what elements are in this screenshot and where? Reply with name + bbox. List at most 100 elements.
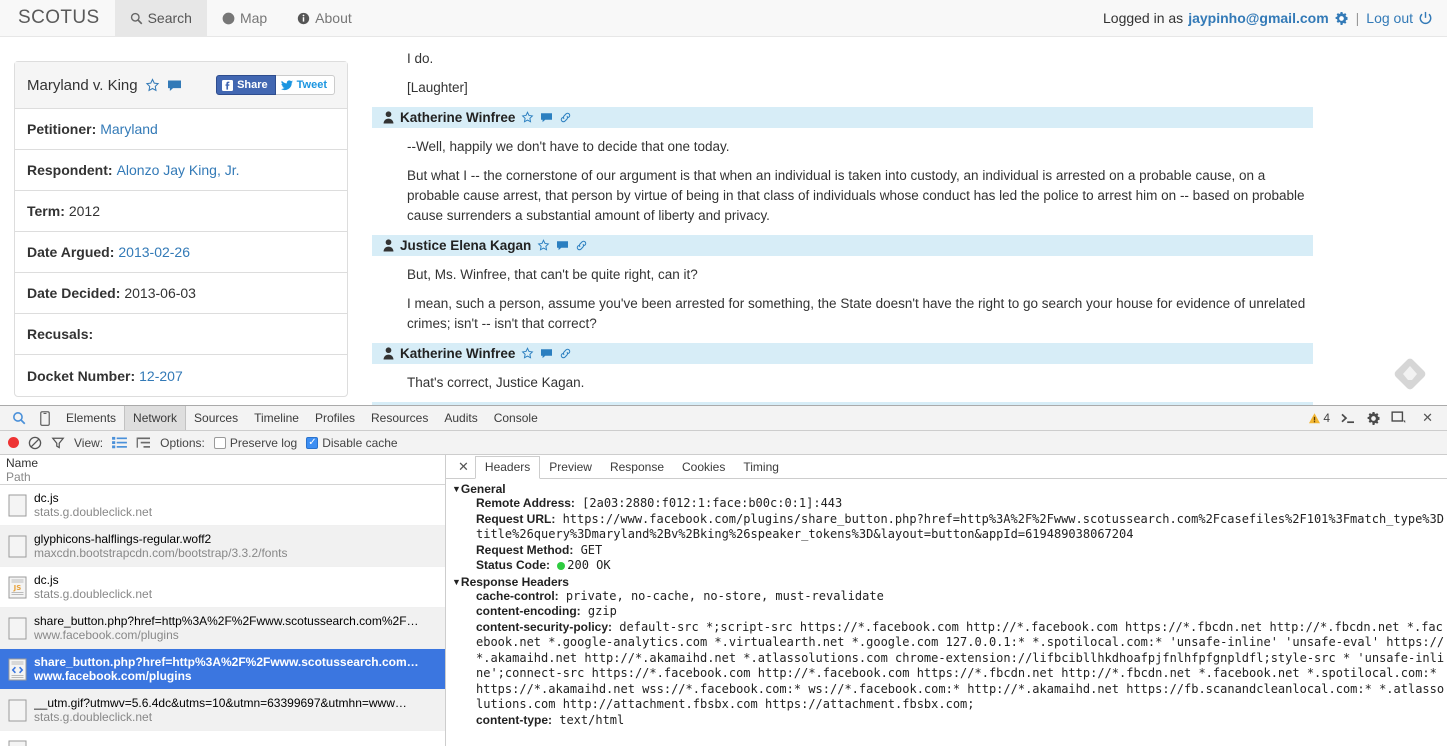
header-value: GET — [581, 543, 603, 557]
case-row-petitioner: Petitioner: Maryland — [15, 109, 347, 150]
close-detail-icon[interactable]: ✕ — [452, 459, 475, 475]
column-header-path[interactable]: Path — [6, 470, 445, 484]
table-row-selected[interactable]: share_button.php?href=http%3A%2F%2Fwww.s… — [0, 649, 445, 690]
table-row[interactable]: dc.js stats.g.doubleclick.net — [0, 485, 445, 526]
case-value-date-argued[interactable]: 2013-02-26 — [118, 244, 190, 260]
favorite-star-icon[interactable] — [521, 111, 534, 124]
detail-tab-cookies[interactable]: Cookies — [673, 455, 734, 478]
request-path: stats.g.doubleclick.net — [34, 505, 152, 519]
comment-icon[interactable] — [540, 348, 553, 359]
logged-in-label: Logged in as — [1103, 10, 1183, 26]
table-row-partial[interactable] — [0, 731, 445, 746]
request-name: glyphicons-halflings-regular.woff2 — [34, 532, 287, 546]
devtools-tab-resources[interactable]: Resources — [363, 406, 436, 430]
disable-cache-checkbox[interactable]: Disable cache — [306, 436, 397, 450]
feedly-badge-icon[interactable] — [1393, 357, 1427, 391]
favorite-star-icon[interactable] — [537, 239, 550, 252]
blank-file-icon — [8, 617, 27, 640]
device-mode-icon[interactable] — [32, 411, 58, 426]
nav-item-about[interactable]: About — [282, 0, 367, 36]
network-split-view: Name Path dc.js stats.g.doubleclick.net … — [0, 455, 1447, 746]
user-email-link[interactable]: jaypinho@gmail.com — [1188, 10, 1328, 26]
request-path: maxcdn.bootstrapcdn.com/bootstrap/3.3.2/… — [34, 546, 287, 560]
close-devtools-icon[interactable]: ✕ — [1416, 410, 1439, 426]
timeline-view-icon[interactable] — [136, 436, 151, 449]
clear-button-icon[interactable] — [28, 436, 42, 450]
devtools-tab-elements[interactable]: Elements — [58, 406, 124, 430]
link-icon[interactable] — [559, 347, 572, 360]
list-view-icon[interactable] — [112, 436, 127, 449]
detail-tab-preview[interactable]: Preview — [540, 455, 601, 478]
header-content-type: content-type: text/html — [452, 713, 1447, 729]
header-key: content-security-policy: — [476, 620, 612, 634]
header-value[interactable]: https://www.facebook.com/plugins/share_b… — [476, 512, 1444, 542]
status-ok-dot-icon — [557, 562, 565, 570]
case-label-term: Term: — [27, 203, 65, 219]
favorite-star-icon[interactable] — [145, 78, 160, 93]
header-key: Request URL: — [476, 512, 555, 526]
devtools-tab-console[interactable]: Console — [486, 406, 546, 430]
console-drawer-icon[interactable] — [1340, 412, 1356, 425]
filter-funnel-icon[interactable] — [51, 436, 65, 450]
link-icon[interactable] — [575, 239, 588, 252]
transcript-turn: Katherine Winfree That's correct, Justic… — [372, 343, 1432, 393]
column-header-name[interactable]: Name — [6, 456, 445, 470]
code-file-icon — [8, 658, 27, 681]
gear-icon[interactable] — [1334, 11, 1349, 26]
page-content: Maryland v. King Share Tweet — [0, 37, 1447, 405]
comment-icon[interactable] — [556, 240, 569, 251]
case-row-date-decided: Date Decided: 2013-06-03 — [15, 273, 347, 314]
table-row[interactable]: glyphicons-halflings-regular.woff2 maxcd… — [0, 526, 445, 567]
nav-item-map[interactable]: Map — [207, 0, 282, 36]
devtools-tab-timeline[interactable]: Timeline — [246, 406, 307, 430]
speaker-name: Justice Elena Kagan — [400, 238, 531, 253]
case-value-date-decided: 2013-06-03 — [124, 285, 196, 301]
gear-icon[interactable] — [1366, 411, 1381, 426]
case-value-petitioner[interactable]: Maryland — [100, 121, 158, 137]
detail-tab-timing[interactable]: Timing — [734, 455, 788, 478]
table-row[interactable]: __utm.gif?utmwv=5.6.4dc&utms=10&utmn=633… — [0, 690, 445, 731]
table-row[interactable]: JS dc.js stats.g.doubleclick.net — [0, 567, 445, 608]
preserve-log-checkbox-box[interactable] — [214, 437, 226, 449]
favorite-star-icon[interactable] — [521, 347, 534, 360]
devtools-tab-sources[interactable]: Sources — [186, 406, 246, 430]
blank-file-icon — [8, 740, 27, 746]
request-list-header[interactable]: Name Path — [0, 455, 445, 485]
request-path: stats.g.doubleclick.net — [34, 587, 152, 601]
network-toolbar: View: Options: Preserve log Disable cach… — [0, 431, 1447, 455]
preserve-log-label: Preserve log — [230, 436, 297, 450]
preserve-log-checkbox[interactable]: Preserve log — [214, 436, 297, 450]
record-button-icon[interactable] — [8, 437, 19, 448]
detail-tab-response[interactable]: Response — [601, 455, 673, 478]
network-request-list[interactable]: Name Path dc.js stats.g.doubleclick.net … — [0, 455, 446, 746]
request-name: dc.js — [34, 491, 152, 505]
inspect-element-icon[interactable] — [6, 411, 32, 425]
header-remote-address: Remote Address: [2a03:2880:f012:1:face:b… — [452, 496, 1447, 512]
devtools-tab-audits[interactable]: Audits — [436, 406, 485, 430]
case-title: Maryland v. King — [27, 77, 138, 94]
comment-icon[interactable] — [540, 112, 553, 123]
table-row[interactable]: share_button.php?href=http%3A%2F%2Fwww.s… — [0, 608, 445, 649]
dock-position-icon[interactable] — [1391, 411, 1406, 425]
globe-icon — [222, 12, 235, 25]
request-name: dc.js — [34, 573, 152, 587]
power-icon[interactable] — [1418, 11, 1433, 26]
twitter-tweet-button[interactable]: Tweet — [276, 75, 335, 95]
warning-count-indicator[interactable]: 4 — [1308, 411, 1330, 425]
header-status-code: Status Code: 200 OK — [452, 558, 1447, 574]
link-icon[interactable] — [559, 111, 572, 124]
detail-tab-headers[interactable]: Headers — [475, 456, 540, 479]
devtools-tab-profiles[interactable]: Profiles — [307, 406, 363, 430]
response-headers-section-header[interactable]: ▼Response Headers — [452, 575, 1447, 589]
disable-cache-checkbox-box[interactable] — [306, 437, 318, 449]
devtools-tab-network[interactable]: Network — [124, 406, 186, 430]
case-value-respondent[interactable]: Alonzo Jay King, Jr. — [117, 162, 240, 178]
general-section-header[interactable]: ▼General — [452, 482, 1447, 496]
brand-logo[interactable]: SCOTUS — [0, 0, 115, 36]
logout-link[interactable]: Log out — [1366, 10, 1413, 26]
facebook-share-button[interactable]: Share — [216, 75, 276, 95]
nav-item-search[interactable]: Search — [115, 0, 207, 36]
header-content-security-policy: content-security-policy: default-src *;s… — [452, 620, 1447, 713]
case-value-docket-number[interactable]: 12-207 — [139, 368, 183, 384]
comment-icon[interactable] — [167, 79, 182, 92]
